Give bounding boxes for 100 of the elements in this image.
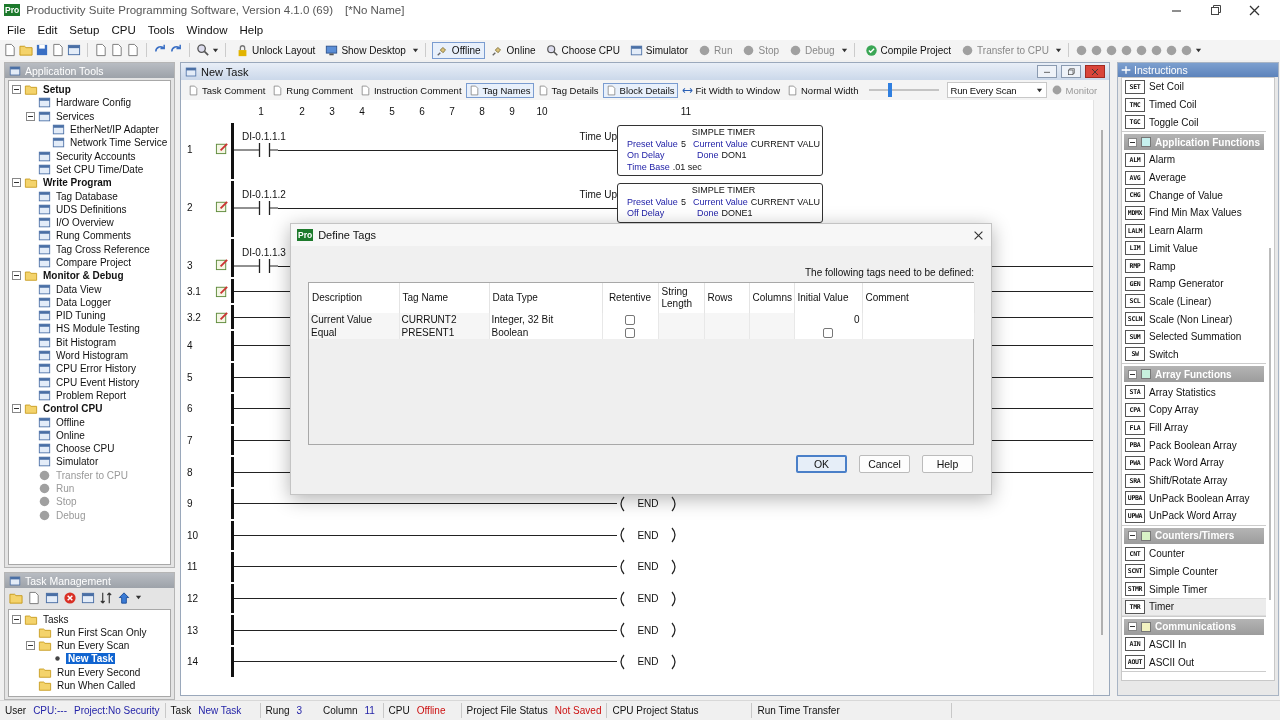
rung-note-icon[interactable]: [215, 141, 229, 155]
tree-item[interactable]: EtherNet/IP Adapter: [68, 124, 161, 136]
up-arrow-icon[interactable]: [117, 590, 131, 605]
toolbar-button[interactable]: Fit Width to Window: [678, 82, 783, 98]
magnifier-icon[interactable]: [196, 43, 210, 57]
tree-item[interactable]: Setup: [41, 84, 73, 96]
window-icon[interactable]: [81, 590, 95, 605]
rung-note-icon[interactable]: [215, 257, 229, 271]
page-icon[interactable]: [110, 43, 124, 57]
tree-item[interactable]: Offline: [54, 416, 87, 428]
dialog-button[interactable]: Cancel: [859, 455, 910, 473]
collapse-icon[interactable]: [26, 111, 35, 121]
toolbar-button[interactable]: Online: [486, 41, 540, 59]
delete-icon[interactable]: [63, 590, 77, 605]
tree-item[interactable]: Security Accounts: [54, 150, 138, 162]
column-header[interactable]: Rows: [704, 283, 749, 313]
menu-item[interactable]: Help: [233, 24, 270, 36]
restore-icon[interactable]: [1208, 2, 1223, 18]
scrollbar[interactable]: [1269, 248, 1271, 600]
collapse-icon[interactable]: [12, 178, 21, 188]
toolbar-button[interactable]: Tag Names: [465, 82, 534, 98]
circle-icon[interactable]: [1165, 43, 1178, 57]
circle-icon[interactable]: [1120, 43, 1133, 57]
tree-item[interactable]: Data Logger: [54, 296, 114, 308]
toolbar-button[interactable]: Rung Comment: [269, 82, 356, 98]
window-icon[interactable]: [67, 43, 81, 57]
circle-icon[interactable]: [1090, 43, 1103, 57]
rung-note-icon[interactable]: [215, 310, 229, 324]
sort-icon[interactable]: [99, 590, 113, 605]
tree-item[interactable]: Run When Called: [55, 680, 138, 692]
tree-item[interactable]: Rung Comments: [54, 230, 134, 242]
tree-item[interactable]: Control CPU: [41, 403, 105, 415]
collapse-icon[interactable]: [1128, 531, 1137, 541]
column-header[interactable]: Description: [309, 283, 399, 313]
pin-icon[interactable]: [1121, 65, 1131, 75]
menu-item[interactable]: Setup: [63, 24, 106, 36]
menu-item[interactable]: Tools: [141, 24, 181, 36]
rung-note-icon[interactable]: [215, 199, 229, 213]
tree-item[interactable]: Tasks: [41, 613, 71, 625]
tree-item[interactable]: Bit Histogram: [54, 336, 118, 348]
toolbar-button[interactable]: Normal Width: [784, 82, 862, 98]
collapse-icon[interactable]: [12, 404, 21, 414]
circle-icon[interactable]: [1150, 43, 1163, 57]
column-header[interactable]: Comment: [862, 283, 974, 313]
checkbox[interactable]: [823, 328, 833, 339]
minimize-button[interactable]: [1037, 65, 1057, 78]
column-header[interactable]: Data Type: [489, 283, 602, 313]
tree-item[interactable]: Tag Cross Reference: [54, 243, 152, 255]
menu-item[interactable]: File: [1, 24, 32, 36]
toolbar-button[interactable]: Task Comment: [185, 82, 269, 98]
page-icon[interactable]: [94, 43, 108, 57]
tree-item[interactable]: HS Module Testing: [54, 323, 142, 335]
column-header[interactable]: String Length: [658, 283, 704, 313]
collapse-icon[interactable]: [1128, 137, 1137, 147]
menu-item[interactable]: Window: [180, 24, 234, 36]
collapse-icon[interactable]: [12, 271, 21, 281]
menu-item[interactable]: CPU: [105, 24, 142, 36]
scrollbar[interactable]: [1100, 130, 1103, 635]
tree-item[interactable]: Network Time Service: [68, 137, 170, 149]
tree-item[interactable]: Word Histogram: [54, 350, 131, 362]
toolbar-button[interactable]: Offline: [431, 41, 485, 59]
tree-item[interactable]: Services: [54, 110, 97, 122]
restore-button[interactable]: [1061, 65, 1081, 78]
window-icon[interactable]: [45, 590, 59, 605]
caret-icon[interactable]: [1195, 46, 1202, 54]
collapse-icon[interactable]: [1128, 622, 1137, 632]
tree-item[interactable]: Set CPU Time/Date: [54, 163, 146, 175]
tree-item[interactable]: I/O Overview: [54, 217, 116, 229]
toolbar-button[interactable]: Instruction Comment: [356, 82, 465, 98]
tree-item[interactable]: Choose CPU: [54, 443, 117, 455]
circle-icon[interactable]: [1135, 43, 1148, 57]
column-header[interactable]: Retentive: [602, 283, 658, 313]
column-header[interactable]: Columns: [749, 283, 794, 313]
tree-item[interactable]: CPU Event History: [54, 376, 142, 388]
rung-note-icon[interactable]: [215, 284, 229, 298]
caret-icon[interactable]: [212, 46, 219, 54]
tree-item[interactable]: UDS Definitions: [54, 203, 129, 215]
tree-item[interactable]: Run Every Scan: [55, 640, 132, 652]
close-button[interactable]: [1085, 65, 1105, 78]
collapse-icon[interactable]: [12, 85, 21, 95]
toolbar-button[interactable]: Compile Project: [860, 41, 956, 59]
tree-item[interactable]: Monitor & Debug: [41, 270, 126, 282]
circle-icon[interactable]: [1105, 43, 1118, 57]
checkbox[interactable]: [625, 315, 635, 326]
tree-item[interactable]: Compare Project: [54, 257, 134, 268]
tree-item[interactable]: Hardware Config: [54, 97, 134, 109]
tree-item[interactable]: PID Tuning: [54, 310, 108, 322]
collapse-icon[interactable]: [12, 614, 21, 624]
column-header[interactable]: Tag Name: [399, 283, 489, 313]
menu-item[interactable]: Edit: [31, 24, 64, 36]
tree-item[interactable]: Run Every Second: [55, 666, 143, 678]
page-icon[interactable]: [27, 590, 41, 605]
toolbar-button[interactable]: Block Details: [602, 82, 678, 98]
scan-dropdown[interactable]: Run Every Scan: [946, 82, 1047, 98]
tree-item[interactable]: Write Program: [41, 177, 114, 189]
toolbar-button[interactable]: Show Desktop: [321, 41, 410, 59]
caret-icon[interactable]: [411, 46, 419, 54]
tree-item[interactable]: Simulator: [54, 456, 101, 468]
toolbar-button[interactable]: Simulator: [625, 41, 693, 59]
checkbox[interactable]: [625, 328, 635, 339]
